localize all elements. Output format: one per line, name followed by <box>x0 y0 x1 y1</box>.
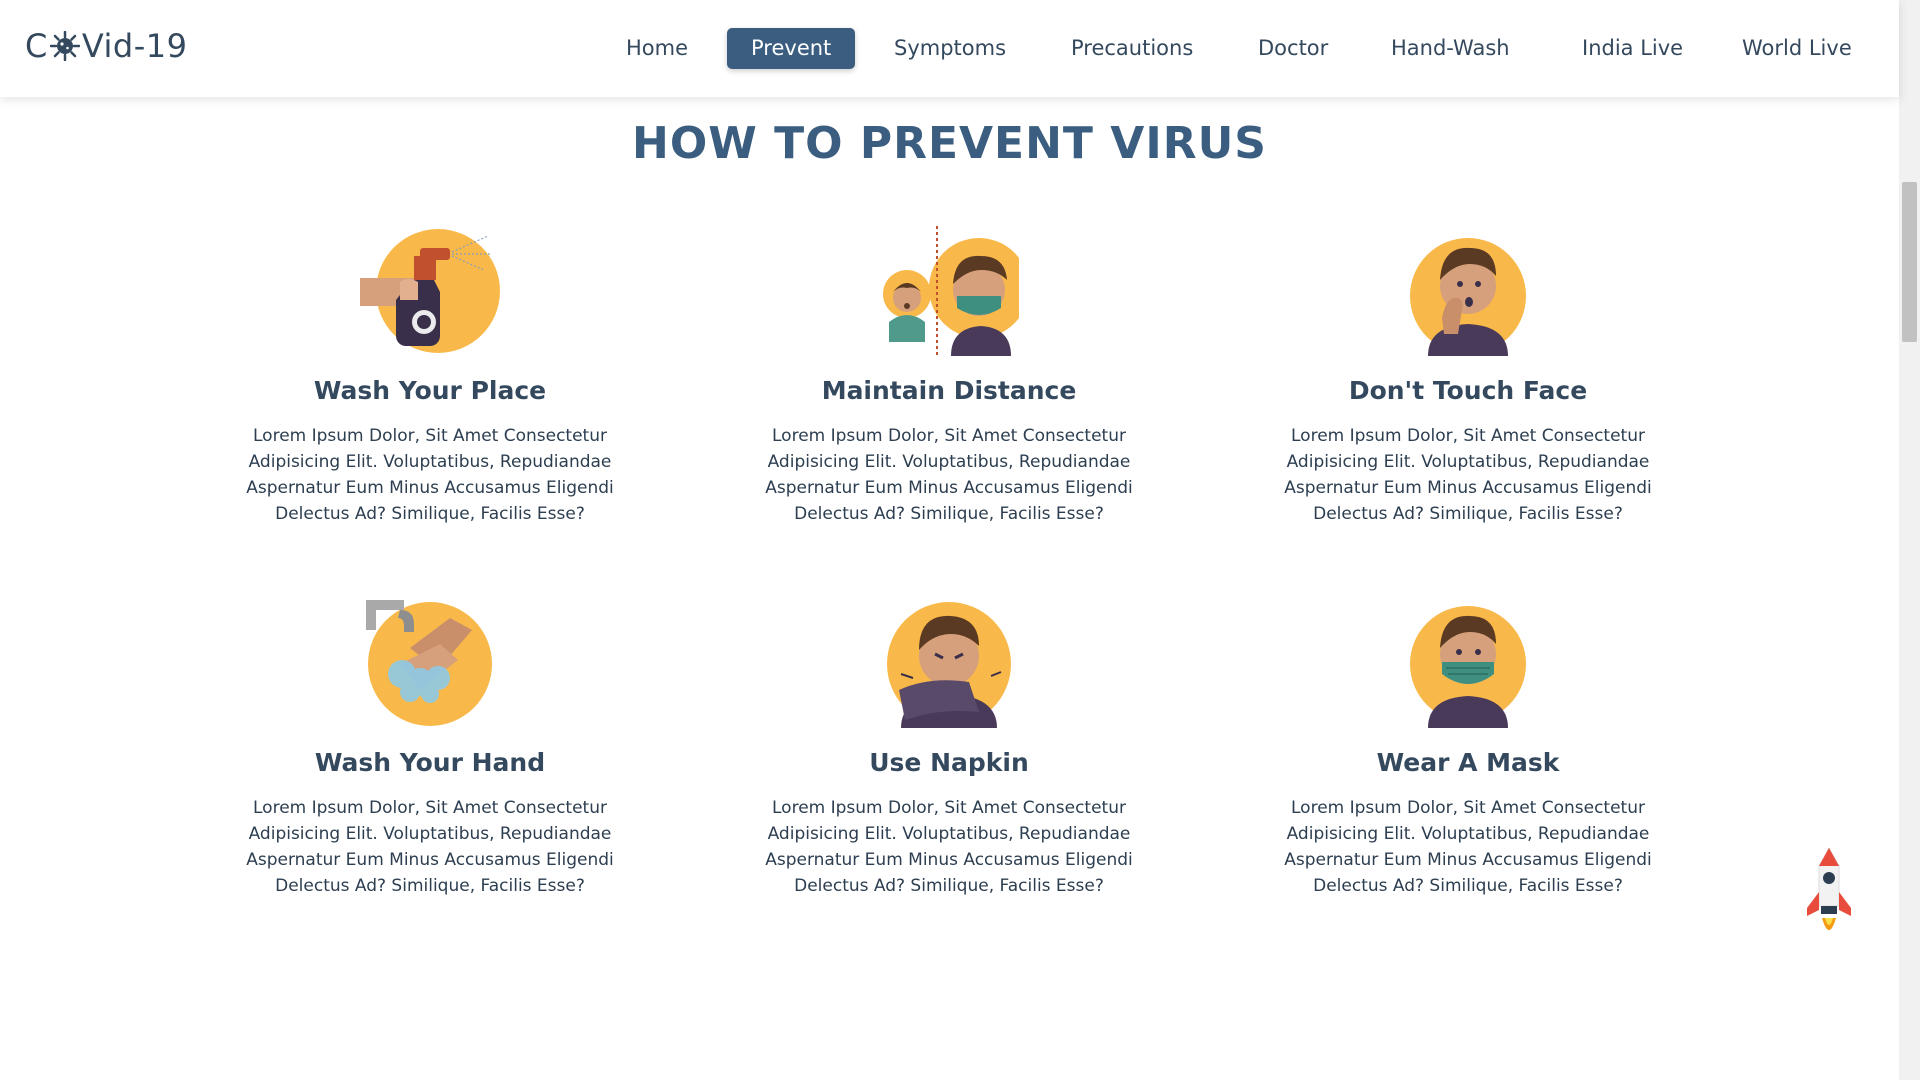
distance-icon <box>883 226 1019 356</box>
nav-symptoms[interactable]: Symptoms <box>870 28 1030 69</box>
hand-wash-icon <box>366 600 492 726</box>
mask-icon <box>1410 606 1526 728</box>
nav-precautions[interactable]: Precautions <box>1047 28 1217 69</box>
page-title: HOW TO PREVENT VIRUS <box>632 118 1267 169</box>
card-description: Lorem Ipsum Dolor, Sit Amet Consectetur … <box>765 798 1133 896</box>
rocket-icon[interactable] <box>1804 848 1854 942</box>
page-scrollbar[interactable] <box>1899 0 1920 1080</box>
card-dont-touch-face: Don't Touch Face Lorem Ipsum Dolor, Sit … <box>1258 226 1678 527</box>
card-wash-your-hand: Wash Your Hand Lorem Ipsum Dolor, Sit Am… <box>220 598 640 899</box>
card-description: Lorem Ipsum Dolor, Sit Amet Consectetur … <box>765 426 1133 524</box>
spray-bottle-icon <box>360 229 500 353</box>
touch-face-icon <box>1410 238 1526 356</box>
card-title: Don't Touch Face <box>1348 376 1588 405</box>
card-title: Maintain Distance <box>821 376 1077 405</box>
card-description: Lorem Ipsum Dolor, Sit Amet Consectetur … <box>1284 426 1652 524</box>
card-title: Wear A Mask <box>1376 748 1560 777</box>
card-maintain-distance: Maintain Distance Lorem Ipsum Dolor, Sit… <box>739 226 1159 527</box>
card-title: Wash Your Place <box>313 376 547 405</box>
nav-hand-wash[interactable]: Hand-Wash <box>1367 28 1534 69</box>
scrollbar-thumb[interactable] <box>1902 182 1917 342</box>
nav-home[interactable]: Home <box>602 28 712 69</box>
nav-india-live[interactable]: India Live <box>1558 28 1707 69</box>
nav-prevent[interactable]: Prevent <box>727 28 856 69</box>
card-description: Lorem Ipsum Dolor, Sit Amet Consectetur … <box>246 426 614 524</box>
card-wash-your-place: Wash Your Place Lorem Ipsum Dolor, Sit A… <box>220 226 640 527</box>
card-description: Lorem Ipsum Dolor, Sit Amet Consectetur … <box>246 798 614 896</box>
main-nav: Home Prevent Symptoms Precautions Doctor… <box>0 28 1899 70</box>
site-header: C Vid-19 Home Prevent Symptoms Precautio… <box>0 0 1899 97</box>
nav-doctor[interactable]: Doctor <box>1234 28 1352 69</box>
nav-world-live[interactable]: World Live <box>1718 28 1876 69</box>
card-description: Lorem Ipsum Dolor, Sit Amet Consectetur … <box>1284 798 1652 896</box>
card-wear-a-mask: Wear A Mask Lorem Ipsum Dolor, Sit Amet … <box>1258 598 1678 899</box>
card-title: Wash Your Hand <box>314 748 546 777</box>
card-title: Use Napkin <box>869 748 1029 777</box>
card-use-napkin: Use Napkin Lorem Ipsum Dolor, Sit Amet C… <box>739 598 1159 899</box>
napkin-icon <box>887 602 1011 728</box>
